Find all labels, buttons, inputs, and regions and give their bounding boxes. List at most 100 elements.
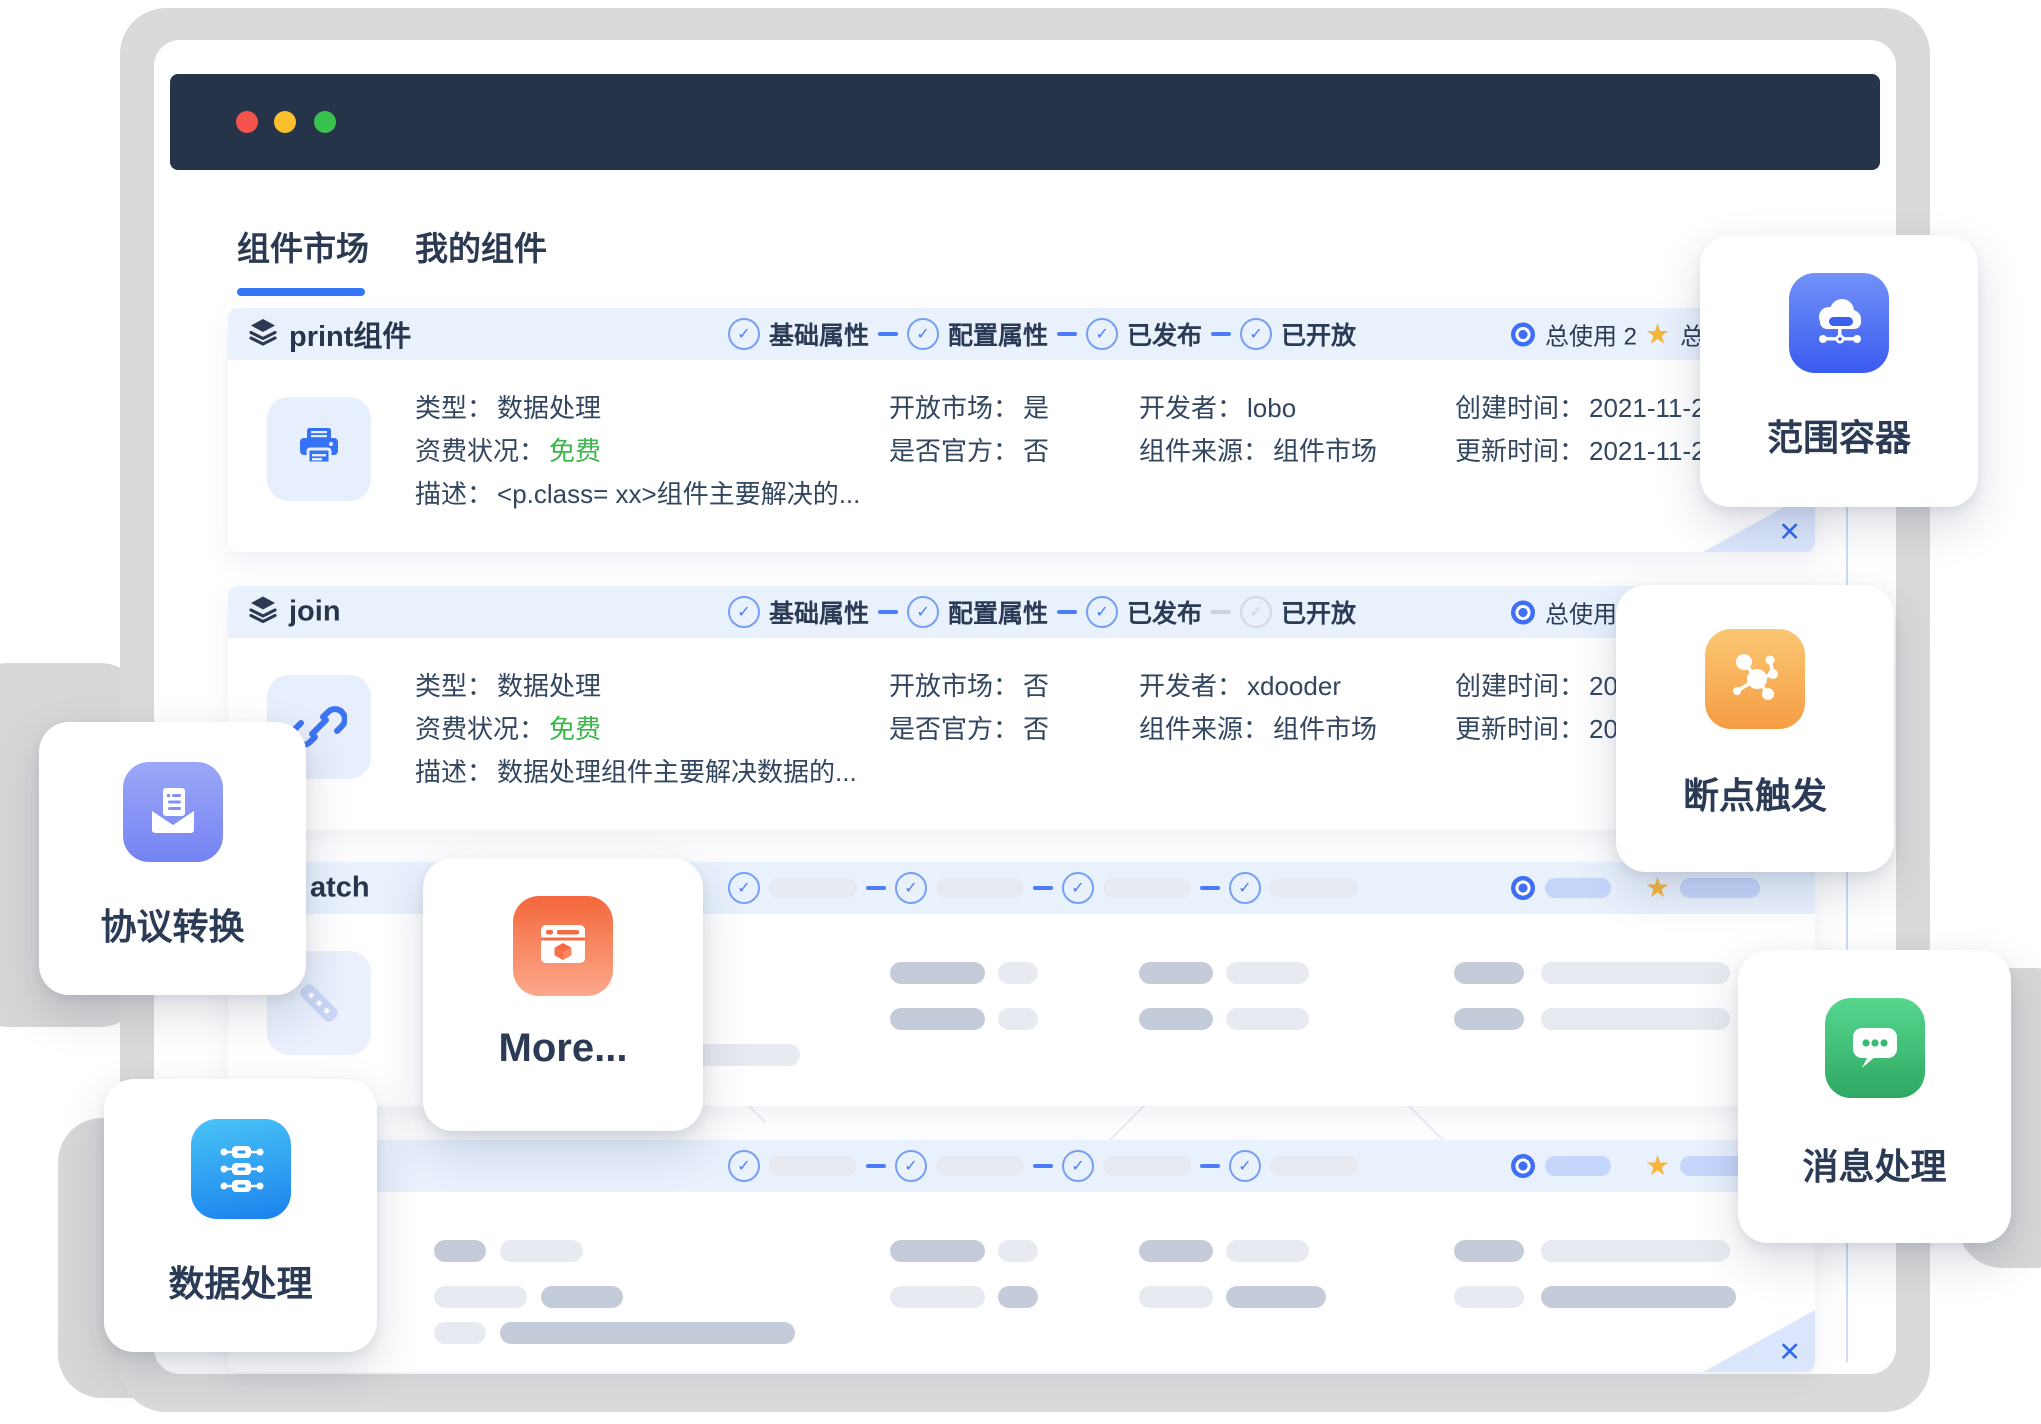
- field-description: 描述：<p.class= xx>组件主要解决的...: [415, 478, 860, 510]
- floating-card-protocol-conversion[interactable]: 协议转换: [39, 722, 306, 995]
- floating-card-label: More...: [499, 1026, 628, 1071]
- active-tab-underline: [237, 288, 365, 296]
- field-description: 描述：数据处理组件主要解决数据的...: [415, 756, 857, 788]
- floating-card-breakpoint-trigger[interactable]: 断点触发: [1616, 585, 1894, 872]
- skeleton-bar: [998, 1286, 1038, 1308]
- skeleton-bar: [434, 1286, 527, 1308]
- skeleton-bar: [890, 1240, 985, 1262]
- traffic-light-maximize[interactable]: [314, 111, 336, 133]
- eye-icon: [1511, 1154, 1535, 1178]
- close-x-icon[interactable]: ✕: [1778, 517, 1801, 548]
- field-developer: 开发者：xdooder: [1139, 670, 1341, 702]
- skeleton-bar: [1226, 1240, 1309, 1262]
- field-open-market: 开放市场：否: [889, 670, 1049, 702]
- component-card-print[interactable]: print组件 基础属性 配置属性 已发布 已开放: [228, 308, 1815, 552]
- skeleton-bar: [1226, 1286, 1326, 1308]
- field-fee: 资费状况：免费: [415, 435, 601, 467]
- field-type: 类型：数据处理: [415, 392, 601, 424]
- status-steps-skeleton: [728, 872, 1358, 904]
- field-official: 是否官方：否: [889, 713, 1049, 745]
- check-circle-icon: [895, 1150, 927, 1182]
- floating-card-label: 范围容器: [1767, 409, 1911, 461]
- floating-card-label: 断点触发: [1683, 767, 1827, 819]
- skeleton-bar: [500, 1240, 583, 1262]
- skeleton-bar: [890, 962, 985, 984]
- floating-card-label: 协议转换: [100, 898, 244, 950]
- skeleton-bar: [1139, 1240, 1213, 1262]
- floating-card-data-processing[interactable]: 数据处理: [104, 1079, 377, 1352]
- skeleton-bar: [1541, 1008, 1730, 1030]
- status-steps: 基础属性 配置属性 已发布 已开放: [728, 316, 1356, 352]
- chat-bubble-icon: [1825, 998, 1925, 1098]
- star-icon: [1645, 874, 1670, 902]
- star-icon: [1645, 320, 1670, 348]
- check-circle-icon: [907, 596, 939, 628]
- floating-card-message-processing[interactable]: 消息处理: [1738, 950, 2011, 1243]
- card-header: [228, 1140, 1815, 1192]
- browser-cube-icon: [513, 896, 613, 996]
- step-connector: [878, 332, 898, 336]
- step-label-placeholder: [936, 878, 1024, 898]
- skeleton-bar: [1454, 1008, 1524, 1030]
- step-connector: [866, 1164, 886, 1168]
- printer-icon: [267, 397, 371, 501]
- skeleton-bar: [1454, 962, 1524, 984]
- traffic-light-minimize[interactable]: [274, 111, 296, 133]
- skeleton-bar: [434, 1240, 486, 1262]
- step-connector: [1211, 332, 1231, 336]
- skeleton-bar: [998, 1240, 1038, 1262]
- step-connector: [1200, 886, 1220, 890]
- floating-card-label: 数据处理: [168, 1255, 312, 1307]
- usage-stat-skeleton: [1511, 1154, 1611, 1178]
- usage-stat-skeleton: [1511, 876, 1611, 900]
- skeleton-bar: [998, 962, 1038, 984]
- skeleton-bar: [890, 1286, 985, 1308]
- skeleton-bar: [1541, 1286, 1736, 1308]
- check-circle-icon: [1229, 1150, 1261, 1182]
- component-card-join[interactable]: join 基础属性 配置属性 已发布 已开放 总使用: [228, 586, 1815, 830]
- field-developer: 开发者：lobo: [1139, 392, 1296, 424]
- skeleton-bar: [890, 1008, 985, 1030]
- molecule-icon: [1705, 629, 1805, 729]
- card-header: join 基础属性 配置属性 已发布 已开放 总使用: [228, 586, 1815, 638]
- floating-card-range-container[interactable]: 范围容器: [1700, 235, 1978, 507]
- tab-my-components[interactable]: 我的组件: [415, 222, 547, 270]
- check-circle-icon: [1086, 318, 1118, 350]
- field-official: 是否官方：否: [889, 435, 1049, 467]
- field-source: 组件来源：组件市场: [1139, 435, 1377, 467]
- check-circle-icon: [1062, 872, 1094, 904]
- check-circle-icon: [728, 318, 760, 350]
- eye-icon: [1511, 322, 1535, 346]
- status-steps-skeleton: [728, 1150, 1358, 1182]
- card-title: print组件: [248, 313, 411, 355]
- stat-placeholder: [1680, 878, 1760, 898]
- step-label-placeholder: [769, 1156, 857, 1176]
- step-label-placeholder: [1270, 878, 1358, 898]
- node-stack-icon: [191, 1119, 291, 1219]
- rating-stat-skeleton: [1645, 874, 1760, 902]
- layers-icon: [248, 595, 278, 630]
- step-connector: [1057, 332, 1077, 336]
- eye-icon: [1511, 876, 1535, 900]
- titlebar: [170, 74, 1880, 170]
- skeleton-bar: [998, 1008, 1038, 1030]
- skeleton-bar: [1226, 1008, 1309, 1030]
- status-steps: 基础属性 配置属性 已发布 已开放: [728, 594, 1356, 630]
- step-label-placeholder: [1270, 1156, 1358, 1176]
- tab-component-market[interactable]: 组件市场: [237, 222, 369, 270]
- traffic-light-close[interactable]: [236, 111, 258, 133]
- skeleton-bar: [1139, 1008, 1213, 1030]
- check-circle-icon: [1086, 596, 1118, 628]
- component-card-skeleton[interactable]: ✕: [228, 1140, 1815, 1372]
- floating-card-label: 消息处理: [1802, 1138, 1946, 1190]
- floating-card-more[interactable]: More...: [423, 858, 703, 1131]
- card-header: print组件 基础属性 配置属性 已发布 已开放: [228, 308, 1815, 360]
- step-connector: [1033, 886, 1053, 890]
- check-circle-icon: [1229, 872, 1261, 904]
- eye-icon: [1511, 600, 1535, 624]
- skeleton-bar: [500, 1322, 795, 1344]
- close-x-icon[interactable]: ✕: [1778, 1337, 1801, 1368]
- card-title-partial: atch: [310, 872, 370, 905]
- skeleton-bar: [1541, 962, 1730, 984]
- stat-placeholder: [1545, 878, 1611, 898]
